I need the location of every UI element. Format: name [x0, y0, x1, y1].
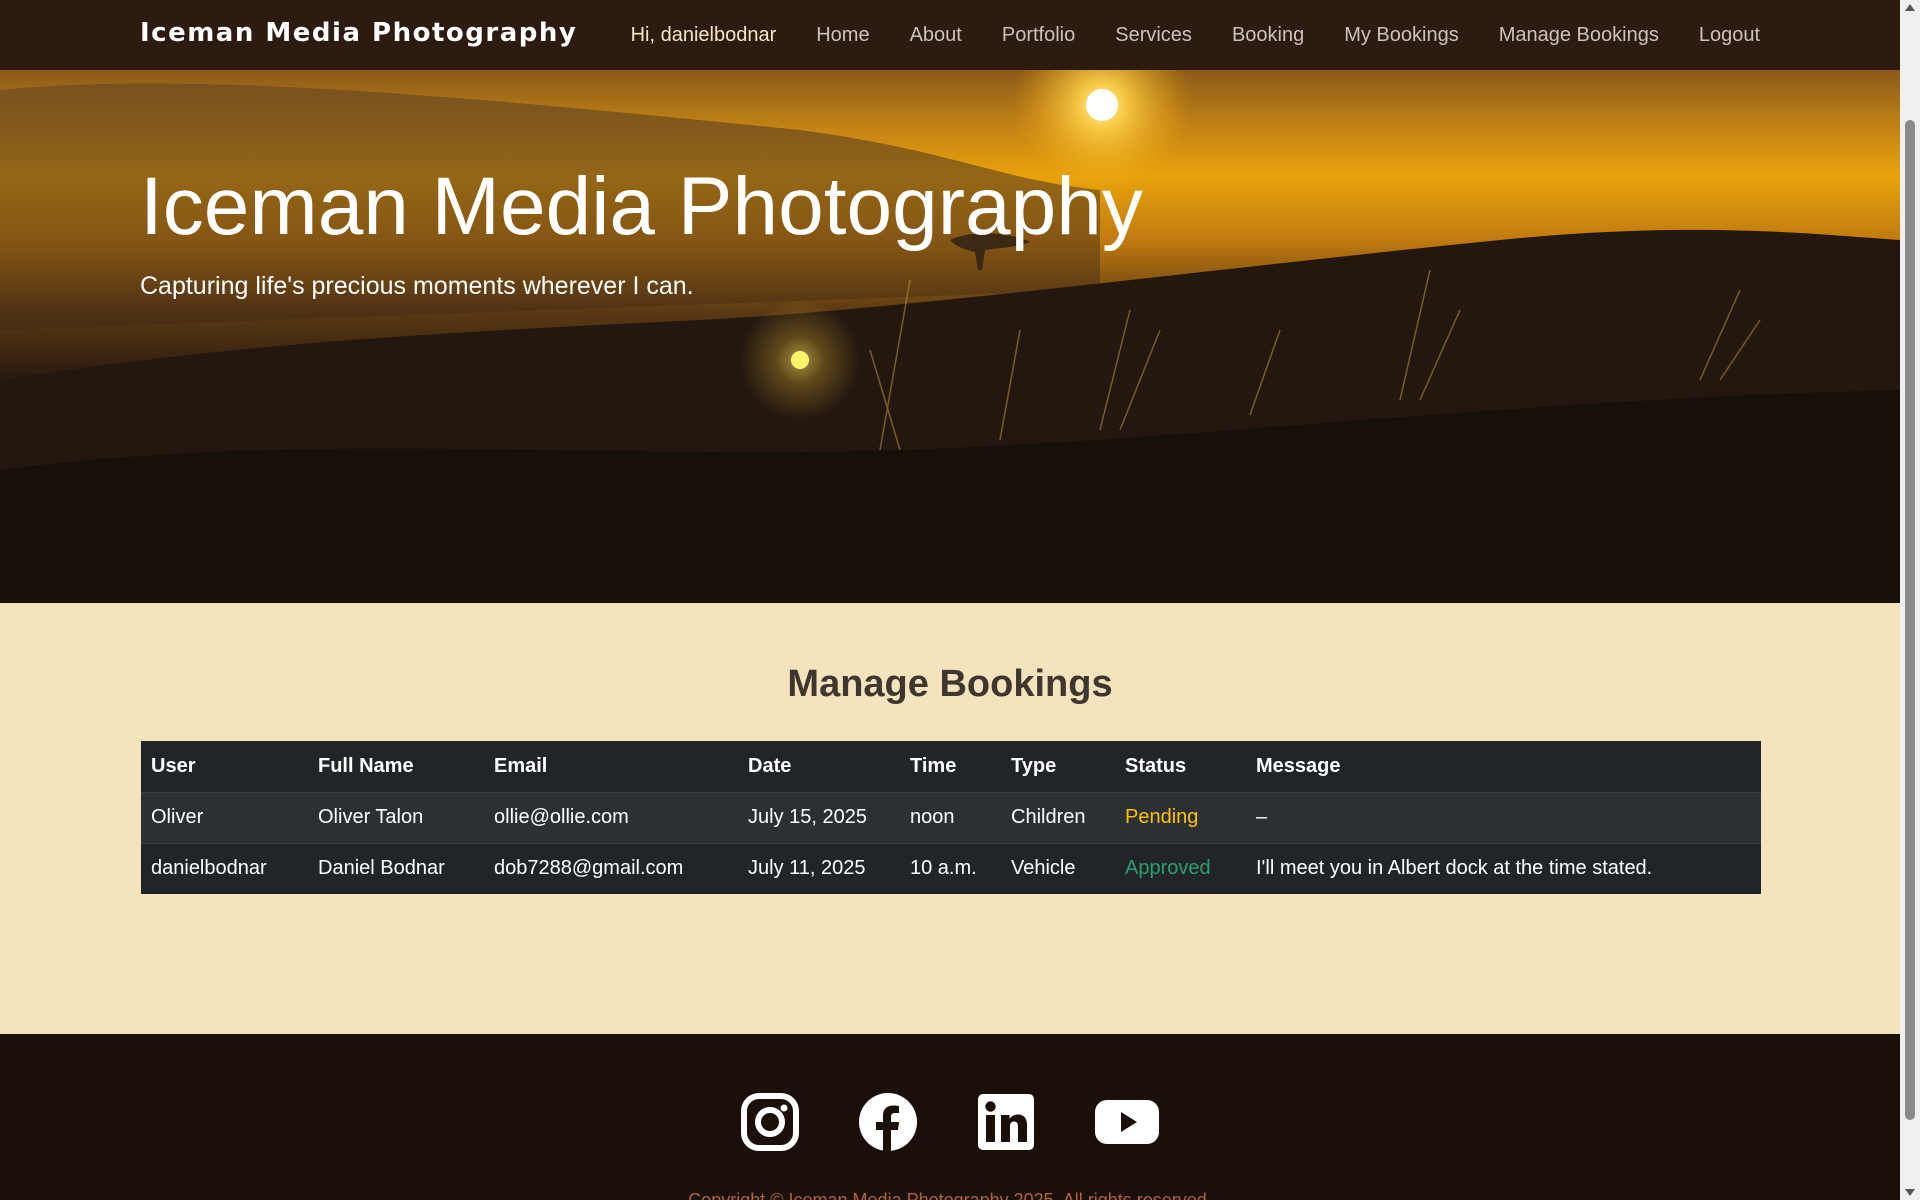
cell-type: Vehicle [1011, 857, 1076, 880]
scroll-thumb[interactable] [1905, 120, 1915, 1120]
copyright-text: Copyright © Iceman Media Photography 202… [688, 1190, 1212, 1200]
table-row: Oliver Oliver Talon ollie@ollie.com July… [141, 792, 1761, 844]
instagram-icon[interactable] [740, 1092, 800, 1152]
status-badge: Pending [1115, 792, 1246, 844]
brand-logo[interactable]: Iceman Media Photography [140, 18, 577, 48]
col-message: Message [1246, 741, 1761, 793]
greeting: Hi, danielbodnar [630, 23, 777, 46]
social-links [0, 1092, 1900, 1152]
hero-subtitle: Capturing life's precious moments wherev… [140, 272, 694, 300]
scroll-down-icon[interactable] [1905, 1189, 1915, 1196]
footer: Copyright © Iceman Media Photography 202… [0, 1034, 1900, 1200]
cell-date: July 11, 2025 [748, 857, 866, 880]
nav-my-bookings[interactable]: My Bookings [1344, 24, 1459, 47]
cell-full-name: Daniel Bodnar [318, 857, 445, 880]
cell-message: I'll meet you in Albert dock at the time… [1256, 857, 1653, 880]
manage-bookings-section: Manage Bookings User Full Name Email Dat… [0, 603, 1900, 1034]
cell-type: Children [1001, 792, 1115, 844]
youtube-icon[interactable] [1094, 1092, 1160, 1152]
table-header-row: User Full Name Email Date Time Type Stat… [141, 741, 1761, 793]
nav-home[interactable]: Home [816, 24, 869, 47]
nav-logout[interactable]: Logout [1699, 24, 1760, 47]
col-date: Date [738, 741, 900, 793]
cell-message: – [1246, 792, 1761, 844]
cell-email: ollie@ollie.com [484, 792, 738, 844]
col-status: Status [1115, 741, 1246, 793]
linkedin-icon[interactable] [976, 1092, 1036, 1152]
facebook-icon[interactable] [858, 1092, 918, 1152]
cell-date: July 15, 2025 [738, 792, 900, 844]
nav-services[interactable]: Services [1115, 24, 1192, 47]
table-row: danielbodnar Daniel Bodnar dob7288@gmail… [141, 843, 1761, 894]
page-title: Manage Bookings [787, 663, 1113, 705]
nav-manage-bookings[interactable]: Manage Bookings [1499, 24, 1659, 47]
nav-menu: Hi, danielbodnar Home About Portfolio Se… [631, 0, 1760, 70]
nav-portfolio[interactable]: Portfolio [1002, 24, 1075, 47]
cell-full-name: Oliver Talon [308, 792, 484, 844]
status-badge: Approved [1125, 857, 1211, 880]
bookings-table: User Full Name Email Date Time Type Stat… [141, 741, 1761, 894]
scroll-up-icon[interactable] [1905, 4, 1915, 11]
hero-title: Iceman Media Photography [140, 161, 1143, 252]
page-scrollbar[interactable] [1900, 0, 1920, 1200]
navbar: Iceman Media Photography Hi, danielbodna… [0, 0, 1900, 70]
cell-user: Oliver [141, 792, 308, 844]
col-user: User [141, 741, 308, 793]
col-type: Type [1001, 741, 1115, 793]
nav-about[interactable]: About [910, 24, 962, 47]
hero-banner: Iceman Media Photography Capturing life'… [0, 70, 1900, 603]
hero-background-image [0, 70, 1900, 603]
col-email: Email [484, 741, 738, 793]
nav-booking[interactable]: Booking [1232, 24, 1304, 47]
col-time: Time [900, 741, 1001, 793]
col-full-name: Full Name [308, 741, 484, 793]
cell-time: 10 a.m. [910, 857, 977, 880]
cell-time: noon [900, 792, 1001, 844]
cell-email: dob7288@gmail.com [494, 857, 684, 880]
cell-user: danielbodnar [151, 857, 267, 880]
